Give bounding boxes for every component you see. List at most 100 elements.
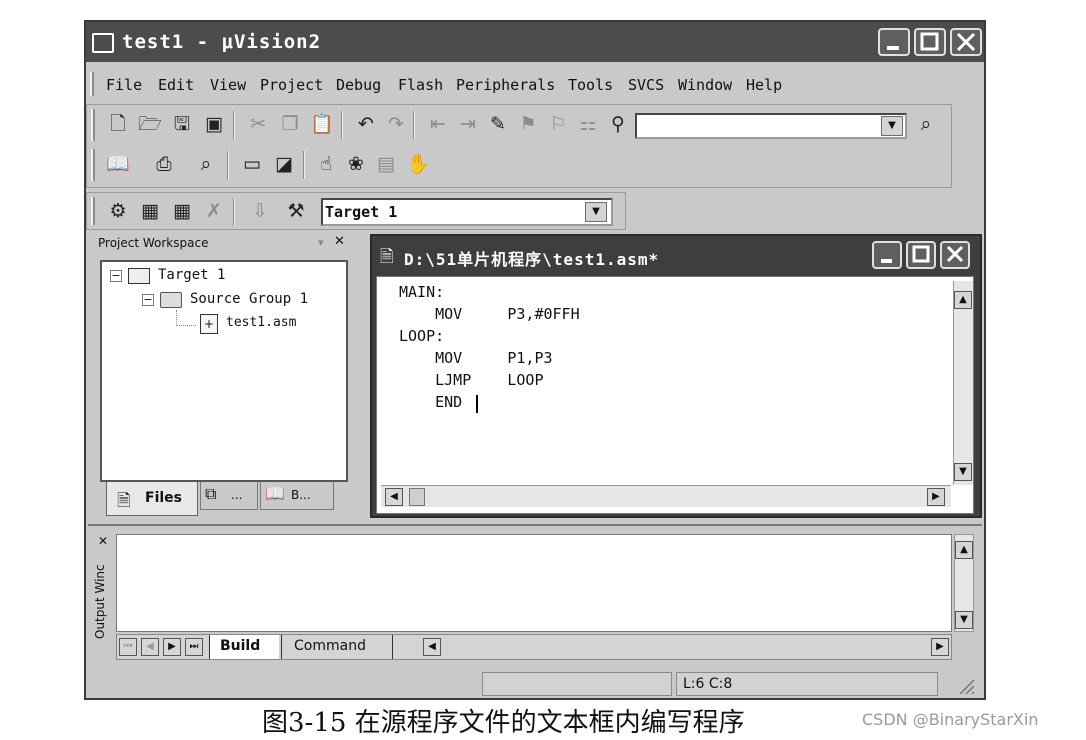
- output-text-area[interactable]: [116, 534, 952, 632]
- vertical-scrollbar[interactable]: ▲ ▼: [953, 281, 973, 485]
- rebuild-all-icon[interactable]: ▦: [169, 198, 195, 224]
- find-binoculars-icon[interactable]: ⌕: [913, 111, 939, 137]
- tree-item-target[interactable]: Target 1: [158, 267, 225, 283]
- menu-svcs[interactable]: SVCS: [628, 76, 664, 94]
- chevron-down-icon[interactable]: ▼: [585, 202, 607, 222]
- maximize-button[interactable]: [914, 28, 946, 56]
- zoom-icon[interactable]: ⌕: [193, 151, 219, 177]
- tab-command[interactable]: Command: [281, 635, 393, 659]
- tab-books-label: B...: [291, 488, 311, 502]
- first-tab-icon[interactable]: ⏮: [119, 638, 137, 656]
- scroll-right-icon[interactable]: ▶: [931, 638, 949, 656]
- editor-close-button[interactable]: [940, 241, 970, 269]
- output-vertical-scrollbar[interactable]: ▲ ▼: [954, 534, 974, 632]
- workspace-pin-icon[interactable]: ▾: [318, 236, 324, 249]
- bookmark-icon[interactable]: ✎: [485, 111, 511, 137]
- cursor-position: L:6 C:8: [676, 672, 938, 696]
- menu-edit[interactable]: Edit: [158, 76, 194, 94]
- bookmark-next-icon[interactable]: ⚑: [515, 111, 541, 137]
- window-title: test1 - μVision2: [122, 31, 322, 53]
- scroll-down-icon[interactable]: ▼: [955, 611, 973, 629]
- copy-icon[interactable]: ❐: [277, 111, 303, 137]
- workspace-close-icon[interactable]: ✕: [334, 234, 345, 249]
- title-bar[interactable]: test1 - μVision2: [86, 22, 984, 62]
- menu-tools[interactable]: Tools: [568, 76, 613, 94]
- editor-minimize-button[interactable]: [872, 241, 902, 269]
- menu-project[interactable]: Project: [260, 76, 323, 94]
- toolbar-grip[interactable]: [91, 197, 95, 225]
- hand-icon[interactable]: ☝: [313, 151, 339, 177]
- print-icon[interactable]: ⎙: [151, 151, 177, 177]
- menu-peripherals[interactable]: Peripherals: [456, 76, 555, 94]
- code-editor[interactable]: MAIN: MOV P3,#0FFH LOOP: MOV P1,P3 LJMP …: [376, 276, 974, 514]
- next-tab-icon[interactable]: ▶: [163, 638, 181, 656]
- scroll-right-icon[interactable]: ▶: [927, 488, 945, 506]
- menubar-grip[interactable]: [90, 72, 94, 96]
- tab-books[interactable]: 📖 B...: [260, 482, 334, 510]
- resize-grip-icon[interactable]: [956, 676, 976, 695]
- scroll-down-icon[interactable]: ▼: [954, 463, 972, 481]
- prev-tab-icon[interactable]: ◀: [141, 638, 159, 656]
- options-icon[interactable]: ⚒: [283, 198, 309, 224]
- book-icon[interactable]: 📖: [105, 151, 131, 177]
- toolbar-grip[interactable]: [91, 149, 95, 181]
- save-all-icon[interactable]: ▣: [201, 111, 227, 137]
- scroll-thumb[interactable]: [409, 488, 425, 506]
- cut-icon[interactable]: ✂: [245, 111, 271, 137]
- menu-view[interactable]: View: [210, 76, 246, 94]
- scroll-up-icon[interactable]: ▲: [954, 291, 972, 309]
- menu-flash[interactable]: Flash: [398, 76, 443, 94]
- paste-icon[interactable]: 📋: [309, 111, 335, 137]
- stop-icon[interactable]: ✋: [405, 151, 431, 177]
- bookmark-clear-icon[interactable]: ⚏: [575, 111, 601, 137]
- editor-maximize-button[interactable]: [906, 241, 936, 269]
- output-close-icon[interactable]: ✕: [98, 534, 108, 548]
- scroll-left-icon[interactable]: ◀: [423, 638, 441, 656]
- new-file-icon[interactable]: 🗋: [105, 111, 131, 137]
- workspace-window-icon[interactable]: ▭: [239, 151, 265, 177]
- translate-icon[interactable]: ⚙: [105, 198, 131, 224]
- build-target-icon[interactable]: ▦: [137, 198, 163, 224]
- horizontal-scrollbar[interactable]: ◀ ▶: [381, 485, 951, 507]
- collapse-icon[interactable]: −: [142, 294, 154, 306]
- stop-build-icon[interactable]: ✗: [201, 198, 227, 224]
- target-select[interactable]: Target 1 ▼: [321, 198, 613, 226]
- menu-file[interactable]: File: [106, 76, 142, 94]
- menu-help[interactable]: Help: [746, 76, 782, 94]
- find-combo[interactable]: ▼: [635, 113, 907, 139]
- tab-files[interactable]: 🗎 Files: [106, 482, 198, 516]
- scroll-left-icon[interactable]: ◀: [385, 488, 403, 506]
- minimize-button[interactable]: [878, 28, 910, 56]
- tree-item-file[interactable]: test1.asm: [226, 315, 296, 330]
- output-window-icon[interactable]: ◪: [271, 151, 297, 177]
- collapse-icon[interactable]: −: [110, 270, 122, 282]
- bookmark-prev-icon[interactable]: ⚐: [545, 111, 571, 137]
- project-tree[interactable]: − Target 1 − Source Group 1 + test1.asm: [100, 260, 348, 482]
- save-icon[interactable]: 🖫: [169, 111, 195, 137]
- close-icon: [956, 32, 976, 52]
- config-icon[interactable]: ❀: [343, 151, 369, 177]
- tool-disabled-icon[interactable]: ▤: [373, 151, 399, 177]
- uvision-window: test1 - μVision2 File Edit View Project …: [84, 20, 986, 700]
- code-line: MOV P1,P3: [399, 349, 553, 367]
- scroll-up-icon[interactable]: ▲: [955, 541, 973, 559]
- tab-regs[interactable]: ⧉ ...: [200, 482, 258, 510]
- undo-icon[interactable]: ↶: [353, 111, 379, 137]
- indent-icon[interactable]: ⇤: [425, 111, 451, 137]
- menu-debug[interactable]: Debug: [336, 76, 381, 94]
- menu-window[interactable]: Window: [678, 76, 732, 94]
- tab-build[interactable]: Build: [209, 635, 279, 659]
- document-icon: 🗎: [117, 491, 131, 511]
- code-line: END: [399, 393, 463, 411]
- open-folder-icon[interactable]: 🗁: [137, 111, 163, 137]
- download-icon[interactable]: ⇩: [247, 198, 273, 224]
- redo-icon[interactable]: ↷: [383, 111, 409, 137]
- output-window: ✕ Output Winc ▲ ▼ ⏮ ◀ ▶ ⏭ Build Command …: [88, 524, 982, 662]
- last-tab-icon[interactable]: ⏭: [185, 638, 203, 656]
- find-in-files-icon[interactable]: ⚲: [605, 111, 631, 137]
- chevron-down-icon[interactable]: ▼: [881, 116, 903, 136]
- toolbar-grip[interactable]: [91, 109, 95, 141]
- tree-item-source-group[interactable]: Source Group 1: [190, 291, 308, 307]
- unindent-icon[interactable]: ⇥: [455, 111, 481, 137]
- close-button[interactable]: [950, 28, 982, 56]
